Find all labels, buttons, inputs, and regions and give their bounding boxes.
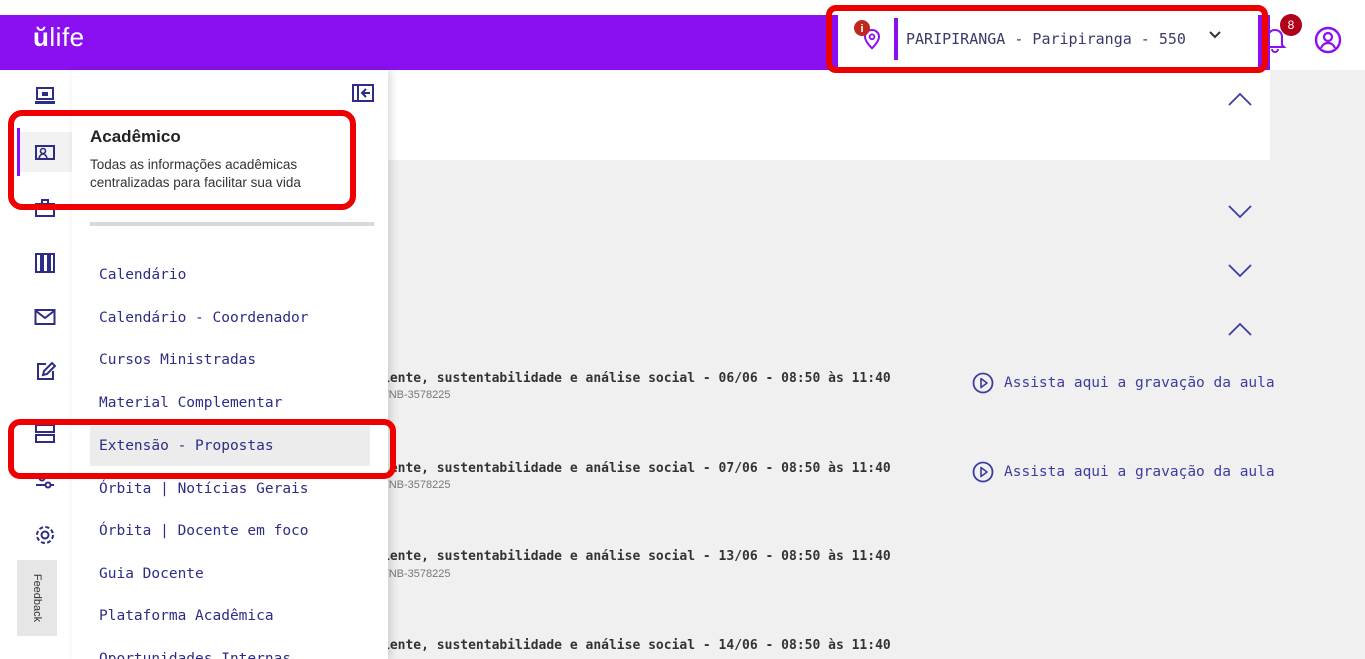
rail-item-career[interactable]: [17, 188, 72, 228]
chevron-up-icon[interactable]: [1228, 92, 1252, 106]
briefcase-icon: [34, 199, 55, 217]
lesson-title[interactable]: iente, sustentabilidade e análise social…: [382, 461, 891, 476]
watch-recording-link[interactable]: Assista aqui a gravação da aula: [972, 372, 1275, 394]
chevron-down-icon[interactable]: [1228, 264, 1252, 278]
chevron-down-icon[interactable]: [1208, 30, 1222, 40]
svg-text:i: i: [860, 23, 863, 35]
lesson-title[interactable]: iente, sustentabilidade e análise social…: [382, 371, 891, 386]
menu-item-plataforma-academica[interactable]: Plataforma Acadêmica: [90, 596, 370, 636]
watch-recording-link[interactable]: Assista aqui a gravação da aula: [972, 461, 1275, 483]
panel-description: Todas as informações acadêmicas centrali…: [90, 157, 301, 190]
menu-item-calendario-coordenador[interactable]: Calendário - Coordenador: [90, 298, 370, 338]
lesson-title[interactable]: iente, sustentabilidade e análise social…: [382, 549, 891, 564]
watch-recording-label: Assista aqui a gravação da aula: [1004, 464, 1275, 480]
menu-item-material-complementar[interactable]: Material Complementar: [90, 383, 370, 423]
rail-item-forms[interactable]: [17, 414, 72, 454]
academic-menu-panel: Acadêmico Todas as informações acadêmica…: [72, 70, 388, 659]
panel-divider: [90, 222, 374, 226]
menu-item-guia-docente[interactable]: Guia Docente: [90, 554, 370, 594]
rail-item-messages[interactable]: [17, 297, 72, 337]
edit-icon: [36, 361, 56, 380]
books-icon: [34, 253, 55, 273]
app-logo[interactable]: ŭlife: [33, 22, 85, 53]
feedback-label: Feedback: [31, 573, 43, 623]
laptop-icon: [34, 87, 55, 104]
academic-icon: [34, 145, 55, 160]
chevron-up-icon[interactable]: [1228, 322, 1252, 336]
watch-recording-label: Assista aqui a gravação da aula: [1004, 375, 1275, 391]
play-icon: [972, 372, 994, 394]
collapse-panel-icon[interactable]: [352, 84, 374, 102]
panel-title: Acadêmico: [90, 127, 181, 146]
menu-item-calendario[interactable]: Calendário: [90, 255, 370, 295]
form-icon: [34, 424, 55, 443]
lesson-code: TNB-3578225: [382, 389, 451, 401]
menu-item-orbita-docente[interactable]: Órbita | Docente em foco: [90, 511, 370, 551]
mail-icon: [34, 309, 55, 325]
lesson-title[interactable]: iente, sustentabilidade e análise social…: [382, 638, 891, 653]
menu-item-extensao-propostas[interactable]: Extensão - Propostas: [90, 426, 370, 466]
menu-item-orbita-noticias[interactable]: Órbita | Notícias Gerais: [90, 469, 370, 509]
logo-prefix: ŭ: [33, 22, 50, 52]
chevron-down-icon[interactable]: [1228, 205, 1252, 219]
lesson-code: TNB-3578225: [382, 568, 451, 580]
sliders-icon: [35, 474, 54, 489]
location-pin-icon: i: [854, 20, 881, 50]
rail-item-settings[interactable]: [17, 515, 72, 555]
notification-badge: 8: [1280, 14, 1302, 36]
logo-suffix: life: [49, 22, 85, 52]
rail-item-dashboard[interactable]: [17, 76, 72, 116]
user-icon[interactable]: [1313, 25, 1343, 55]
menu-item-cursos-ministradas[interactable]: Cursos Ministradas: [90, 340, 370, 380]
rail-item-edit[interactable]: [17, 352, 72, 392]
rail-item-library[interactable]: [17, 243, 72, 283]
play-icon: [972, 461, 994, 483]
gear-icon: [35, 526, 54, 544]
menu-item-oportunidades-internas[interactable]: Oportunidades Internas: [90, 639, 370, 659]
rail-item-settings-sliders[interactable]: [17, 461, 72, 501]
rail-item-academic[interactable]: [17, 132, 72, 172]
campus-divider: [894, 18, 898, 60]
campus-label[interactable]: PARIPIRANGA - Paripiranga - 550: [906, 30, 1186, 48]
feedback-tab[interactable]: Feedback: [17, 560, 57, 636]
rail-active-indicator: [17, 128, 20, 176]
lesson-code: TNB-3578225: [382, 479, 451, 491]
